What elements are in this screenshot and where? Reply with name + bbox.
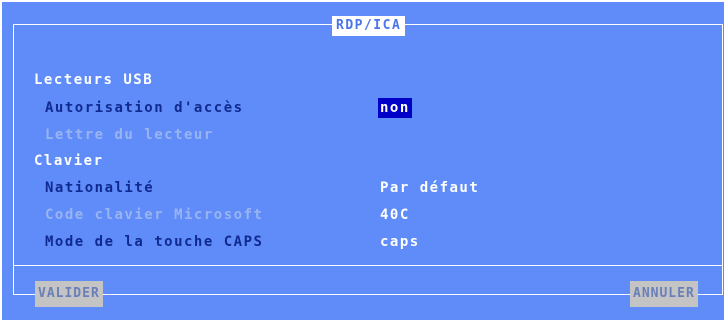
dialog-panel: RDP/ICA Lecteurs USB Autorisation d'accè… <box>2 2 724 320</box>
nationality-label: Nationalité <box>45 180 155 196</box>
caps-mode-value-field[interactable]: caps <box>380 233 420 251</box>
ms-code-value: 40C <box>380 207 410 223</box>
footer-divider <box>13 265 723 266</box>
dialog-title: RDP/ICA <box>332 16 406 36</box>
keyboard-section-label: Clavier <box>34 153 104 169</box>
nationality-value-field[interactable]: Par défaut <box>380 179 479 197</box>
access-label: Autorisation d'accès <box>45 100 244 116</box>
dialog-frame <box>13 24 723 295</box>
drive-letter-label: Lettre du lecteur <box>45 127 214 143</box>
validate-button[interactable]: VALIDER <box>35 281 103 307</box>
usb-section-label: Lecteurs USB <box>34 72 154 88</box>
ms-code-label: Code clavier Microsoft <box>45 207 264 223</box>
cancel-button[interactable]: ANNULER <box>630 281 698 307</box>
caps-mode-label: Mode de la touche CAPS <box>45 234 264 250</box>
access-value-field[interactable]: non <box>378 98 412 118</box>
